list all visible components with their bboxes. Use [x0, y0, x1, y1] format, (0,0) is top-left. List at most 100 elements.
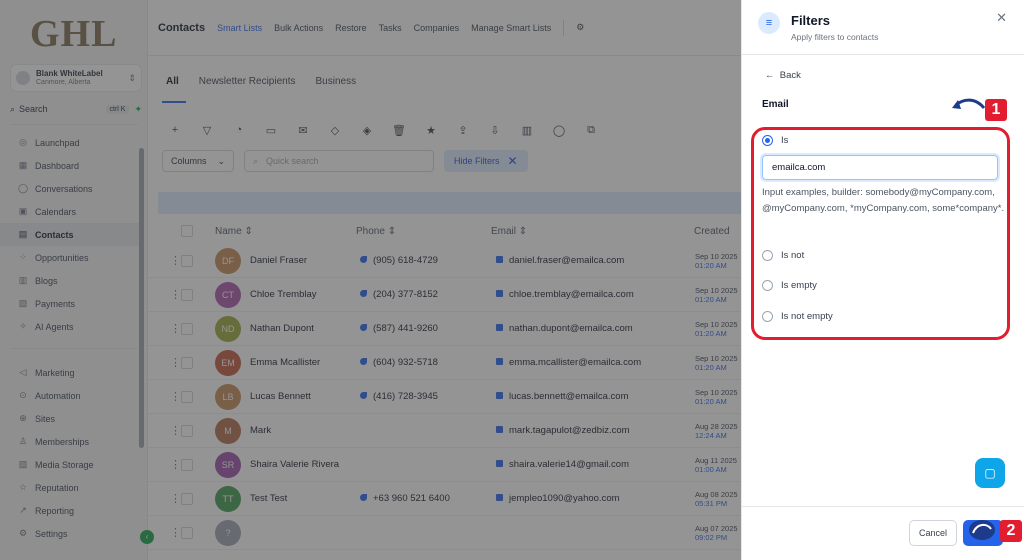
- row-checkbox[interactable]: [181, 492, 193, 505]
- nav-link-manage-smart-lists[interactable]: Manage Smart Lists: [471, 23, 551, 33]
- contact-name[interactable]: Emma Mcallister: [250, 357, 320, 368]
- radio-is-not[interactable]: [762, 250, 773, 261]
- settings-gear-icon[interactable]: ⚙: [576, 22, 584, 33]
- row-checkbox[interactable]: [181, 424, 193, 437]
- tag-remove-icon[interactable]: ◈: [354, 117, 380, 143]
- add-icon[interactable]: +: [162, 117, 188, 143]
- contact-name[interactable]: Nathan Dupont: [250, 323, 314, 334]
- row-checkbox[interactable]: [181, 458, 193, 471]
- row-menu-icon[interactable]: ⋮: [170, 390, 181, 403]
- sidebar-item-memberships[interactable]: ♙ Memberships: [0, 430, 140, 453]
- contact-name[interactable]: Mark: [250, 425, 271, 436]
- sidebar-item-automation[interactable]: ⊙ Automation: [0, 384, 140, 407]
- chat-widget-icon[interactable]: ▢: [975, 458, 1005, 488]
- option-is-not-empty[interactable]: Is not empty: [762, 311, 833, 322]
- row-menu-icon[interactable]: ⋮: [170, 254, 181, 267]
- contact-email[interactable]: shaira.valerie14@gmail.com: [496, 459, 629, 470]
- radio-is-empty[interactable]: [762, 280, 773, 291]
- contact-phone[interactable]: (905) 618-4729: [360, 255, 438, 266]
- contact-name[interactable]: Daniel Fraser: [250, 255, 307, 266]
- contact-phone[interactable]: (604) 932-5718: [360, 357, 438, 368]
- row-checkbox[interactable]: [181, 254, 193, 267]
- sidebar-item-ai-agents[interactable]: ✧ AI Agents: [0, 315, 140, 338]
- nav-link-restore[interactable]: Restore: [335, 23, 367, 33]
- account-switcher[interactable]: Blank WhiteLabel Canmore, Alberta ⇕: [10, 64, 142, 92]
- row-checkbox[interactable]: [181, 526, 193, 539]
- sidebar-item-calendars[interactable]: ▣ Calendars: [0, 200, 140, 223]
- back-button[interactable]: ← Back: [765, 70, 801, 81]
- delete-icon[interactable]: 🗑: [386, 117, 412, 143]
- sidebar-item-payments[interactable]: ▧ Payments: [0, 292, 140, 315]
- contact-phone[interactable]: +63 960 521 6400: [360, 493, 450, 504]
- row-menu-icon[interactable]: ⋮: [170, 424, 181, 437]
- mail-icon[interactable]: ✉: [290, 117, 316, 143]
- sidebar-item-launchpad[interactable]: ◎ Launchpad: [0, 131, 140, 154]
- whatsapp-icon[interactable]: ◯: [546, 117, 572, 143]
- tab-newsletter-recipients[interactable]: Newsletter Recipients: [199, 76, 296, 87]
- row-menu-icon[interactable]: ⋮: [170, 526, 181, 539]
- sidebar-search[interactable]: ⌕ Search ctrl K ✦: [10, 101, 142, 117]
- filter-icon[interactable]: ▽: [194, 117, 220, 143]
- row-checkbox[interactable]: [181, 322, 193, 335]
- contact-phone[interactable]: (416) 728-3945: [360, 391, 438, 402]
- quick-search-input[interactable]: ⌕ Quick search: [244, 150, 434, 172]
- sidebar-item-blogs[interactable]: ▥ Blogs: [0, 269, 140, 292]
- row-checkbox[interactable]: [181, 356, 193, 369]
- tab-business[interactable]: Business: [316, 76, 357, 87]
- row-menu-icon[interactable]: ⋮: [170, 356, 181, 369]
- contact-email[interactable]: daniel.fraser@emailca.com: [496, 255, 624, 266]
- option-is[interactable]: Is: [762, 135, 788, 146]
- nav-link-bulk-actions[interactable]: Bulk Actions: [274, 23, 323, 33]
- chart-icon[interactable]: ▥: [514, 117, 540, 143]
- sidebar-item-reputation[interactable]: ☆ Reputation: [0, 476, 140, 499]
- nav-link-companies[interactable]: Companies: [414, 23, 460, 33]
- radio-is[interactable]: [762, 135, 773, 146]
- sidebar-item-conversations[interactable]: ◯ Conversations: [0, 177, 140, 200]
- sidebar-item-opportunities[interactable]: ⁘ Opportunities: [0, 246, 140, 269]
- row-menu-icon[interactable]: ⋮: [170, 288, 181, 301]
- columns-dropdown[interactable]: Columns ⌄: [162, 150, 234, 172]
- column-created[interactable]: Created: [694, 226, 730, 237]
- merge-icon[interactable]: ⧉: [578, 117, 604, 143]
- contact-email[interactable]: chloe.tremblay@emailca.com: [496, 289, 634, 300]
- sidebar-item-marketing[interactable]: ◁ Marketing: [0, 361, 140, 384]
- row-menu-icon[interactable]: ⋮: [170, 458, 181, 471]
- row-menu-icon[interactable]: ⋮: [170, 492, 181, 505]
- sidebar-item-dashboard[interactable]: ▦ Dashboard: [0, 154, 140, 177]
- contact-email[interactable]: lucas.bennett@emailca.com: [496, 391, 628, 402]
- contact-name[interactable]: Test Test: [250, 493, 287, 504]
- option-is-not[interactable]: Is not: [762, 250, 804, 261]
- close-icon[interactable]: ✕: [996, 10, 1007, 26]
- contact-name[interactable]: Chloe Tremblay: [250, 289, 317, 300]
- column-name[interactable]: Name ⇕: [215, 226, 253, 237]
- sidebar-item-reporting[interactable]: ↗ Reporting: [0, 499, 140, 522]
- contact-email[interactable]: jempleo1090@yahoo.com: [496, 493, 620, 504]
- pipeline-icon[interactable]: ◔: [226, 117, 252, 143]
- contact-email[interactable]: nathan.dupont@emailca.com: [496, 323, 633, 334]
- radio-is-not-empty[interactable]: [762, 311, 773, 322]
- contact-email[interactable]: mark.tagapulot@zedbiz.com: [496, 425, 630, 436]
- sms-icon[interactable]: ▭: [258, 117, 284, 143]
- sidebar-item-settings[interactable]: ⚙ Settings: [0, 522, 140, 545]
- contact-email[interactable]: emma.mcallister@emailca.com: [496, 357, 641, 368]
- export-icon[interactable]: ⇪: [450, 117, 476, 143]
- column-email[interactable]: Email ⇕: [491, 226, 527, 237]
- sidebar-item-sites[interactable]: ⊕ Sites: [0, 407, 140, 430]
- nav-link-smart-lists[interactable]: Smart Lists: [217, 23, 262, 33]
- contact-name[interactable]: Lucas Bennett: [250, 391, 311, 402]
- column-phone[interactable]: Phone ⇕: [356, 226, 396, 237]
- contact-phone[interactable]: (587) 441-9260: [360, 323, 438, 334]
- import-icon[interactable]: ⇩: [482, 117, 508, 143]
- select-all-checkbox[interactable]: [181, 225, 193, 237]
- row-checkbox[interactable]: [181, 288, 193, 301]
- tag-add-icon[interactable]: ◇: [322, 117, 348, 143]
- sparkle-icon[interactable]: ✦: [134, 104, 142, 115]
- contact-phone[interactable]: (204) 377-8152: [360, 289, 438, 300]
- sidebar-item-contacts[interactable]: ▤ Contacts: [0, 223, 140, 246]
- sidebar-item-media-storage[interactable]: ▨ Media Storage: [0, 453, 140, 476]
- cancel-button[interactable]: Cancel: [909, 520, 957, 546]
- contact-name[interactable]: Shaira Valerie Rivera: [250, 459, 339, 470]
- tab-all[interactable]: All: [166, 76, 179, 87]
- option-is-empty[interactable]: Is empty: [762, 280, 817, 291]
- nav-link-tasks[interactable]: Tasks: [379, 23, 402, 33]
